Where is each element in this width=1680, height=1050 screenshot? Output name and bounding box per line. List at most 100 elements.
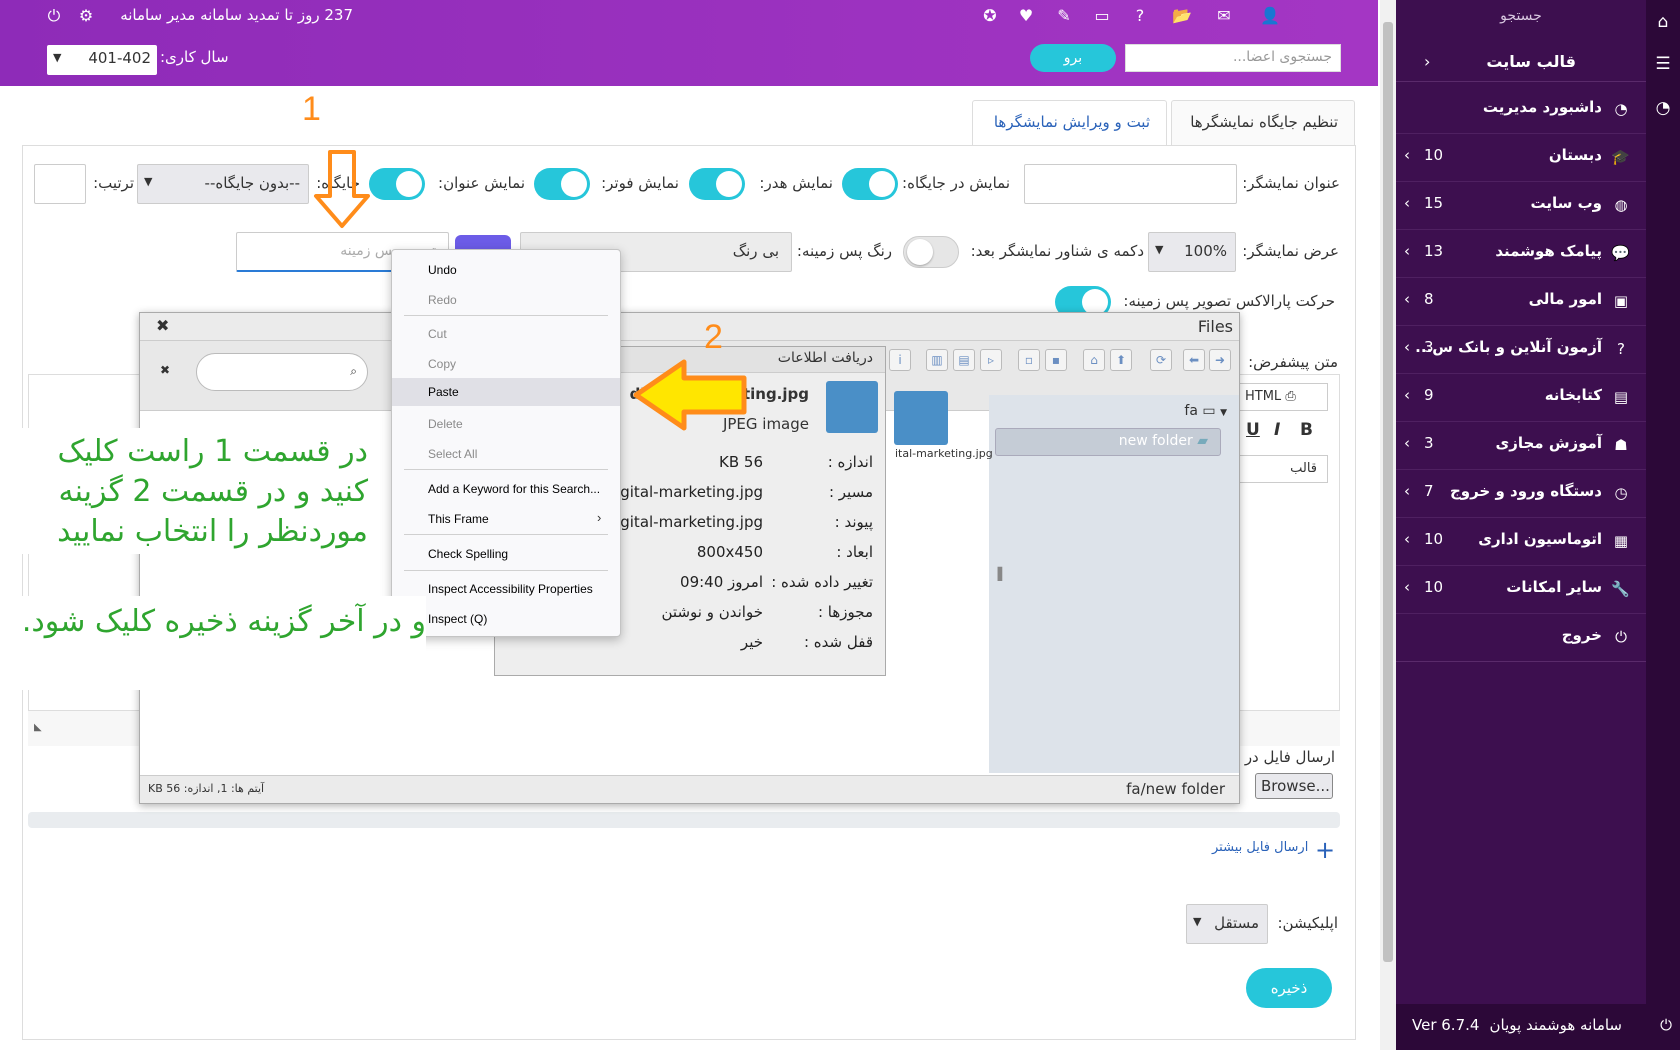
forward-icon[interactable]: ➜	[1209, 349, 1231, 371]
info-value: خیر	[740, 633, 763, 651]
application-label: اپلیکیشن:	[1277, 914, 1339, 932]
application-value: مستقل	[1214, 914, 1259, 932]
position-select[interactable]: --بدون جایگاه-- ▼	[137, 164, 309, 204]
page-scrollbar[interactable]	[1380, 0, 1396, 1050]
sidebar-search[interactable]: جستجو	[1396, 8, 1646, 24]
scrollbar-thumb[interactable]	[1383, 22, 1393, 962]
tree-root[interactable]: fa ▭ ▼	[1184, 403, 1227, 419]
sidebar-template[interactable]: قالب سایت ‹	[1396, 44, 1646, 82]
year-select[interactable]: ▼ 401-402	[47, 45, 157, 75]
medal-icon[interactable]: ✪	[980, 6, 1000, 26]
sidebar-item-virtual-education[interactable]: ☗ آموزش مجازی 3 ›	[1396, 422, 1646, 470]
tab-position-settings[interactable]: تنظیم جایگاه نمایشگرها	[1171, 100, 1355, 146]
menu-item-redo[interactable]: Redo	[392, 286, 620, 314]
up-icon[interactable]: ⬆	[1110, 349, 1132, 371]
globe-icon: ◍	[1614, 196, 1628, 214]
show-header-toggle[interactable]	[689, 168, 745, 200]
menu-icon[interactable]: ☰	[1654, 54, 1672, 74]
underline-button[interactable]: U	[1246, 420, 1260, 440]
show-title-toggle[interactable]	[369, 168, 425, 200]
chevron-left-icon: ‹	[1424, 52, 1431, 71]
bold-button[interactable]: B	[1300, 420, 1313, 440]
sidebar-item-library[interactable]: ▤ کتابخانه 9 ›	[1396, 374, 1646, 422]
more-files-link[interactable]: ارسال فایل بیشتر	[1212, 840, 1308, 855]
menu-item-inspect-accessibility[interactable]: Inspect Accessibility Properties	[392, 575, 620, 603]
tree-resize-handle[interactable]: ▐	[993, 567, 1002, 581]
member-search-input[interactable]: جستجوی اعضا...	[1125, 44, 1341, 72]
menu-item-this-frame[interactable]: This Frame	[392, 505, 620, 533]
width-label: عرض نمایشگر:	[1242, 242, 1339, 260]
sidebar-item-school[interactable]: 🎓 دبستان 10 ›	[1396, 134, 1646, 182]
clear-search-icon[interactable]: ✖	[160, 363, 170, 377]
info-icon[interactable]: i	[889, 349, 911, 371]
mail-icon[interactable]: ✉	[1214, 6, 1234, 26]
copy-icon[interactable]: ▤	[953, 349, 975, 371]
reload-icon[interactable]: ⟳	[1150, 349, 1172, 371]
sidebar-item-other[interactable]: 🔧 سایر امکانات 10 ›	[1396, 566, 1646, 614]
info-key: مسیر :	[828, 483, 873, 501]
tab-register-edit[interactable]: ثبت و ویرایش نمایشگرها	[972, 100, 1167, 147]
sidebar-item-sms[interactable]: 💬 پیامک هوشمند 13 ›	[1396, 230, 1646, 278]
edit-icon[interactable]: ✎	[1054, 6, 1074, 26]
chat-icon: 💬	[1611, 244, 1630, 262]
save-icon[interactable]: ▪	[1045, 349, 1067, 371]
user-plus-icon[interactable]: 👤	[1260, 6, 1280, 26]
sidebar-footer: سامانه هوشمند پویان Ver 6.7.4 ⏻	[1396, 1004, 1680, 1050]
menu-item-inspect[interactable]: Inspect (Q)	[392, 605, 620, 633]
sidebar-item-online-exam[interactable]: ? آزمون آنلاین و بانک س... 3 ›	[1396, 326, 1646, 374]
display-title-input[interactable]	[1024, 164, 1237, 204]
settings-icon[interactable]: ⚙	[76, 6, 96, 26]
power-icon[interactable]: ⏻	[1660, 1016, 1672, 1034]
heart-pulse-icon[interactable]: ♥	[1016, 6, 1036, 26]
folder-icon[interactable]: 📂	[1172, 6, 1192, 26]
sidebar-item-finance[interactable]: ▣ امور مالی 8 ›	[1396, 278, 1646, 326]
width-select[interactable]: 100% ▼	[1148, 232, 1236, 272]
sidebar-item-automation[interactable]: ▦ اتوماسیون اداری 10 ›	[1396, 518, 1646, 566]
reader-icon: ☗	[1614, 436, 1628, 454]
upload-icon[interactable]: ▫	[1018, 349, 1040, 371]
save-button[interactable]: ذخیره	[1246, 968, 1332, 1008]
italic-button[interactable]: I	[1274, 420, 1280, 440]
menu-item-paste[interactable]: Paste	[392, 378, 620, 406]
paste-icon[interactable]: ▥	[926, 349, 948, 371]
plus-icon[interactable]: +	[1315, 836, 1335, 864]
show-in-place-toggle[interactable]	[842, 168, 898, 200]
html-source-button[interactable]: HTML ⎙	[1236, 383, 1328, 411]
menu-item-cut[interactable]: Cut	[392, 320, 620, 348]
power-icon[interactable]: ⏻	[44, 6, 64, 26]
menu-item-add-keyword[interactable]: Add a Keyword for this Search...	[392, 475, 620, 503]
menu-item-check-spelling[interactable]: Check Spelling	[392, 540, 620, 568]
resize-handle-icon[interactable]: ◣	[34, 722, 42, 733]
select-icon[interactable]: ▹	[980, 349, 1002, 371]
files-search-input[interactable]: ⌕	[196, 353, 368, 391]
sidebar-item-website[interactable]: ◍ وب سایت 15 ›	[1396, 182, 1646, 230]
go-button[interactable]: برو	[1030, 44, 1116, 72]
help-icon[interactable]: ?	[1130, 6, 1150, 26]
tree-folder[interactable]: new folder ▰	[995, 428, 1221, 456]
sidebar-item-dashboard[interactable]: ◔ داشبورد مدیریت	[1396, 86, 1646, 134]
menu-item-undo[interactable]: Undo	[392, 256, 620, 284]
back-icon[interactable]: ⬅	[1183, 349, 1205, 371]
file-thumb-label[interactable]: ital-marketing.jpg	[895, 447, 993, 460]
float-button-toggle[interactable]	[903, 236, 959, 268]
sidebar-item-logout[interactable]: ⏻ خروج	[1396, 614, 1646, 662]
menu-item-copy[interactable]: Copy	[392, 350, 620, 378]
question-icon: ?	[1617, 340, 1625, 358]
close-icon[interactable]: ✖	[156, 316, 169, 335]
application-select[interactable]: مستقل ▼	[1186, 904, 1268, 944]
money-icon: ▣	[1613, 292, 1629, 310]
file-thumbnail[interactable]	[894, 391, 948, 445]
menu-item-select-all[interactable]: Select All	[392, 440, 620, 468]
sidebar-item-label: وب سایت	[1530, 194, 1602, 212]
show-footer-toggle[interactable]	[534, 168, 590, 200]
dashboard-icon[interactable]: ◔	[1654, 98, 1672, 118]
template-select[interactable]: قالب	[1236, 455, 1328, 483]
sidebar-item-attendance[interactable]: ◷ دستگاه ورود و خروج 7 ›	[1396, 470, 1646, 518]
menu-item-delete[interactable]: Delete	[392, 410, 620, 438]
info-key: اندازه :	[827, 453, 873, 471]
browse-button[interactable]: Browse...	[1255, 773, 1333, 799]
order-input[interactable]	[34, 164, 86, 204]
home-icon[interactable]: ⌂	[1083, 349, 1105, 371]
home-icon[interactable]: ⌂	[1654, 12, 1672, 32]
ticket-icon[interactable]: ▭	[1092, 6, 1112, 26]
